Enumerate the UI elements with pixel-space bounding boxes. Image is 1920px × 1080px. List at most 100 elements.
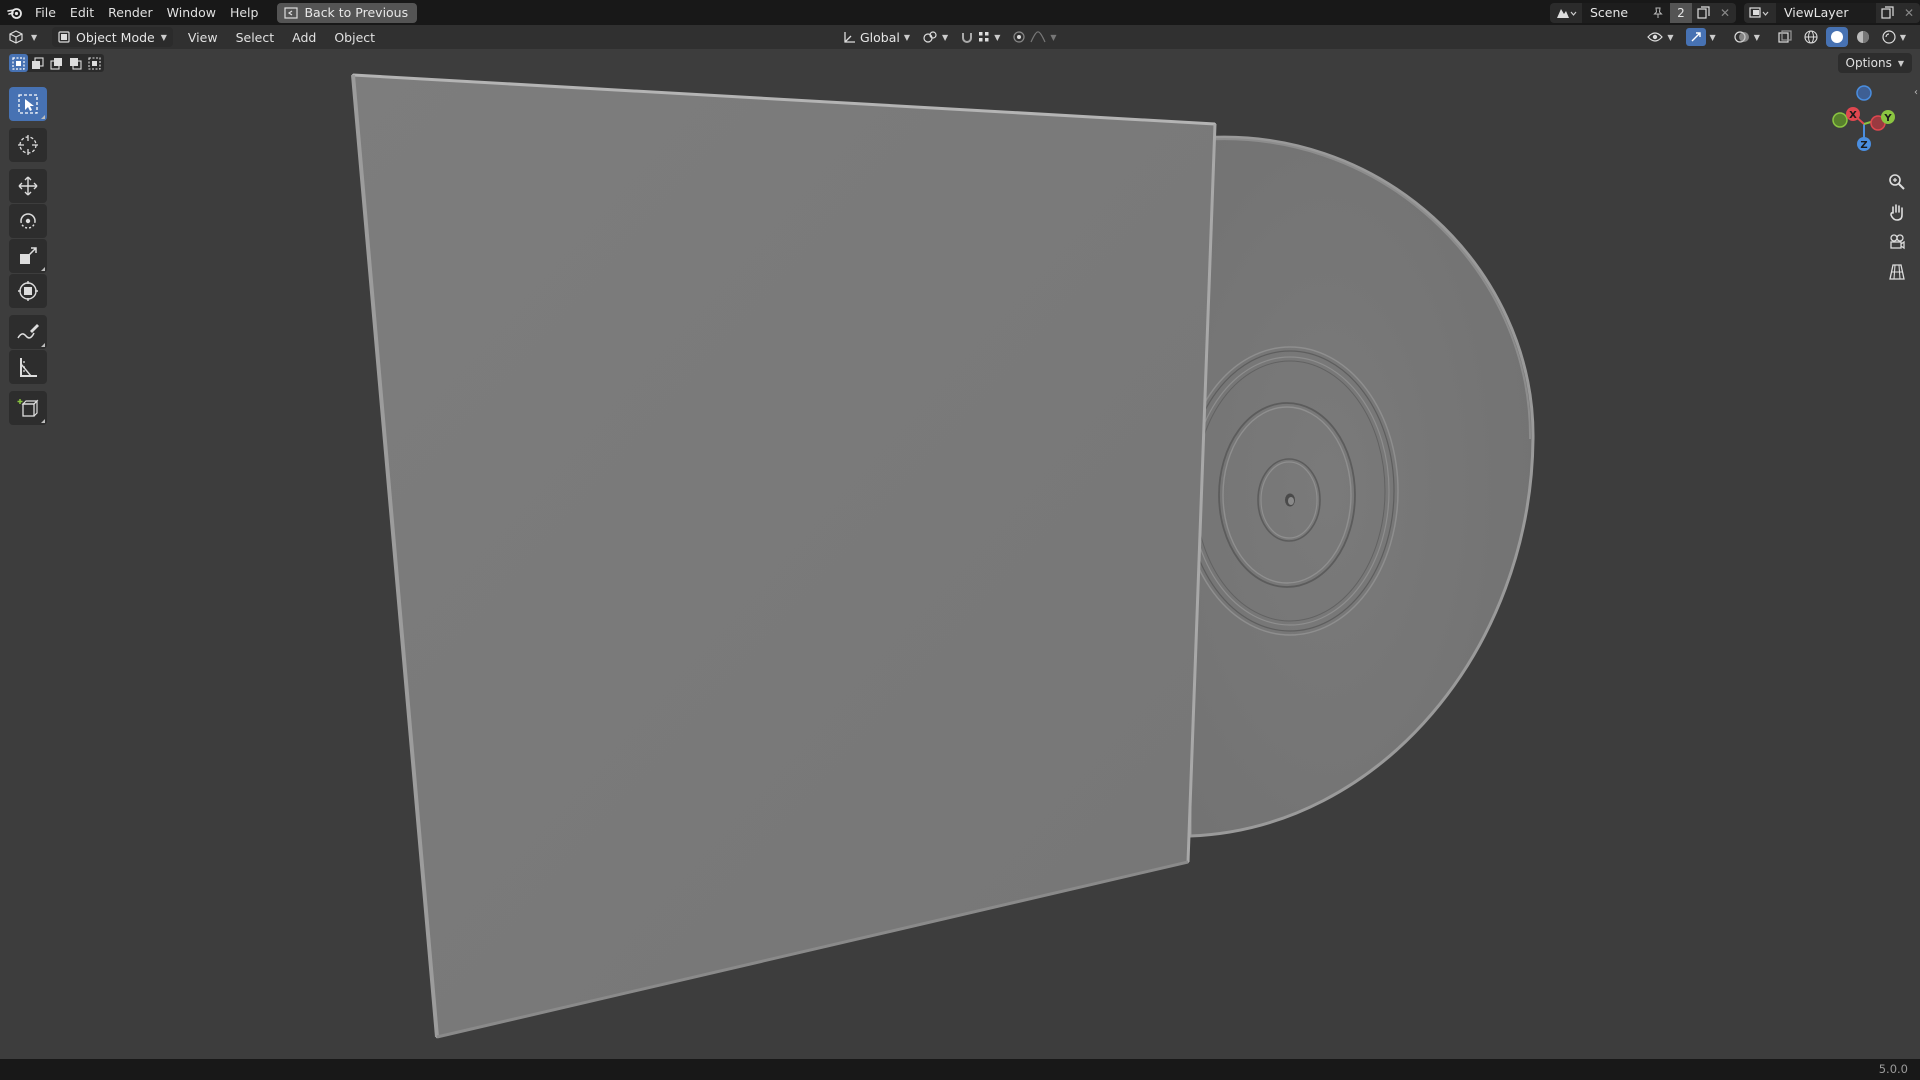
chevron-down-icon: ▼ xyxy=(903,32,911,42)
scene-name-field[interactable]: Scene xyxy=(1582,2,1670,23)
status-bar: 5.0.0 xyxy=(0,1059,1920,1080)
new-view-layer-button[interactable] xyxy=(1876,2,1898,23)
add-cube-tool[interactable] xyxy=(9,391,47,425)
shading-solid-button[interactable] xyxy=(1825,27,1848,47)
shading-rendered-button[interactable]: ▼ xyxy=(1878,27,1910,47)
select-invert-icon xyxy=(70,57,82,70)
cursor-crosshair-icon xyxy=(18,135,38,155)
select-subtract-button[interactable] xyxy=(47,54,66,72)
scene-icon xyxy=(1557,8,1577,18)
shading-material-button[interactable] xyxy=(1852,27,1874,47)
pan-button[interactable] xyxy=(1882,197,1912,227)
chevron-down-icon: ▼ xyxy=(160,32,167,42)
object-visibility-dropdown[interactable]: ▼ xyxy=(1643,27,1677,47)
scale-icon xyxy=(20,247,37,264)
gizmo-y-label: Y xyxy=(1883,113,1892,124)
shading-wireframe-button[interactable] xyxy=(1800,27,1822,47)
camera-view-button[interactable] xyxy=(1882,227,1912,257)
snap-grid-icon xyxy=(979,32,989,42)
zoom-button[interactable] xyxy=(1882,167,1912,197)
3d-viewport[interactable]: Options ▼ X Y Z ‹ xyxy=(0,49,1920,1059)
move-tool[interactable] xyxy=(9,169,47,203)
select-new-button[interactable] xyxy=(9,54,28,72)
version-label: 5.0.0 xyxy=(1878,1062,1908,1076)
tool-shelf xyxy=(9,87,47,426)
xray-toggle[interactable] xyxy=(1774,27,1796,47)
magnet-icon xyxy=(962,33,973,43)
menu-help[interactable]: Help xyxy=(223,0,266,25)
hand-icon xyxy=(1890,204,1903,221)
record-sleeve xyxy=(351,73,1217,1039)
back-to-previous-button[interactable]: Back to Previous xyxy=(277,2,418,23)
gizmo-toggle[interactable]: ▼ xyxy=(1682,27,1720,47)
object-mode-dropdown[interactable]: Object Mode ▼ xyxy=(52,27,173,47)
annotate-tool[interactable] xyxy=(9,315,47,349)
solid-sphere-icon xyxy=(1830,31,1843,43)
new-scene-button[interactable] xyxy=(1692,2,1714,23)
menu-view[interactable]: View xyxy=(179,30,227,45)
transform-orientation-dropdown[interactable]: Global ▼ xyxy=(838,27,914,47)
menu-render[interactable]: Render xyxy=(101,0,160,25)
transform-icon xyxy=(18,281,38,301)
delete-view-layer-button[interactable]: ✕ xyxy=(1898,2,1920,23)
top-menu-bar: File Edit Render Window Help Back to Pre… xyxy=(0,0,1920,25)
delete-scene-button[interactable]: ✕ xyxy=(1714,2,1736,23)
select-box-icon xyxy=(18,94,38,114)
select-invert-button[interactable] xyxy=(66,54,85,72)
cursor-tool[interactable] xyxy=(9,128,47,162)
scale-tool[interactable] xyxy=(9,239,47,273)
chevron-down-icon: ▼ xyxy=(1897,58,1904,68)
wireframe-sphere-icon xyxy=(1804,30,1818,44)
menu-file[interactable]: File xyxy=(28,0,63,25)
menu-edit[interactable]: Edit xyxy=(63,0,101,25)
falloff-curve-icon xyxy=(1030,31,1046,43)
orientation-icon xyxy=(844,32,855,43)
rotate-tool[interactable] xyxy=(9,204,47,238)
chevron-down-icon: ▼ xyxy=(1753,32,1760,42)
sidebar-expand-arrow[interactable]: ‹ xyxy=(1912,85,1920,99)
selection-mode-group xyxy=(9,54,104,72)
blender-logo-icon[interactable] xyxy=(2,0,28,25)
pin-icon[interactable] xyxy=(1652,7,1664,19)
view-layer-icon xyxy=(1749,6,1769,18)
vinyl-record xyxy=(1181,135,1535,838)
overlays-toggle[interactable]: ▼ xyxy=(1730,27,1764,47)
select-extend-icon xyxy=(32,56,44,69)
object-mode-icon xyxy=(58,31,70,43)
menu-object[interactable]: Object xyxy=(325,30,384,45)
add-cube-icon xyxy=(17,399,39,417)
chevron-down-icon: ▼ xyxy=(31,32,38,42)
scene-users-count: 2 xyxy=(1670,2,1692,23)
chevron-down-icon: ▼ xyxy=(1899,32,1906,42)
select-new-icon xyxy=(12,56,25,70)
pivot-point-dropdown[interactable]: ▼ xyxy=(918,27,952,47)
navigation-gizmo[interactable]: X Y Z xyxy=(1826,84,1902,164)
zoom-magnifier-icon xyxy=(1889,174,1905,190)
options-label: Options xyxy=(1845,56,1892,70)
scene-selector[interactable] xyxy=(1550,2,1582,23)
view-layer-name: ViewLayer xyxy=(1784,5,1849,20)
editor-type-selector[interactable]: ▼ xyxy=(8,27,48,47)
perspective-toggle-button[interactable] xyxy=(1882,257,1912,287)
measure-tool[interactable] xyxy=(9,350,47,384)
chevron-down-icon: ▼ xyxy=(994,32,1001,42)
select-extend-button[interactable] xyxy=(28,54,47,72)
transform-tool[interactable] xyxy=(9,274,47,308)
select-box-tool[interactable] xyxy=(9,87,47,121)
menu-window[interactable]: Window xyxy=(160,0,223,25)
select-intersect-button[interactable] xyxy=(85,54,104,72)
menu-add[interactable]: Add xyxy=(283,30,325,45)
close-icon: ✕ xyxy=(1719,5,1731,20)
transform-orientation-label: Global xyxy=(860,29,900,45)
view-layer-selector[interactable] xyxy=(1744,2,1776,23)
proportional-editing-toggle[interactable]: ▼ xyxy=(1008,27,1060,47)
menu-select[interactable]: Select xyxy=(227,30,284,45)
grid-perspective-icon xyxy=(1889,264,1905,280)
3d-viewport-icon xyxy=(9,30,23,44)
options-dropdown[interactable]: Options ▼ xyxy=(1837,53,1912,73)
scene-name: Scene xyxy=(1590,5,1629,20)
chevron-down-icon: ▼ xyxy=(942,32,949,42)
duplicate-icon xyxy=(1880,6,1894,19)
view-layer-name-field[interactable]: ViewLayer xyxy=(1776,2,1876,23)
snapping-toggle[interactable]: ▼ xyxy=(956,27,1004,47)
